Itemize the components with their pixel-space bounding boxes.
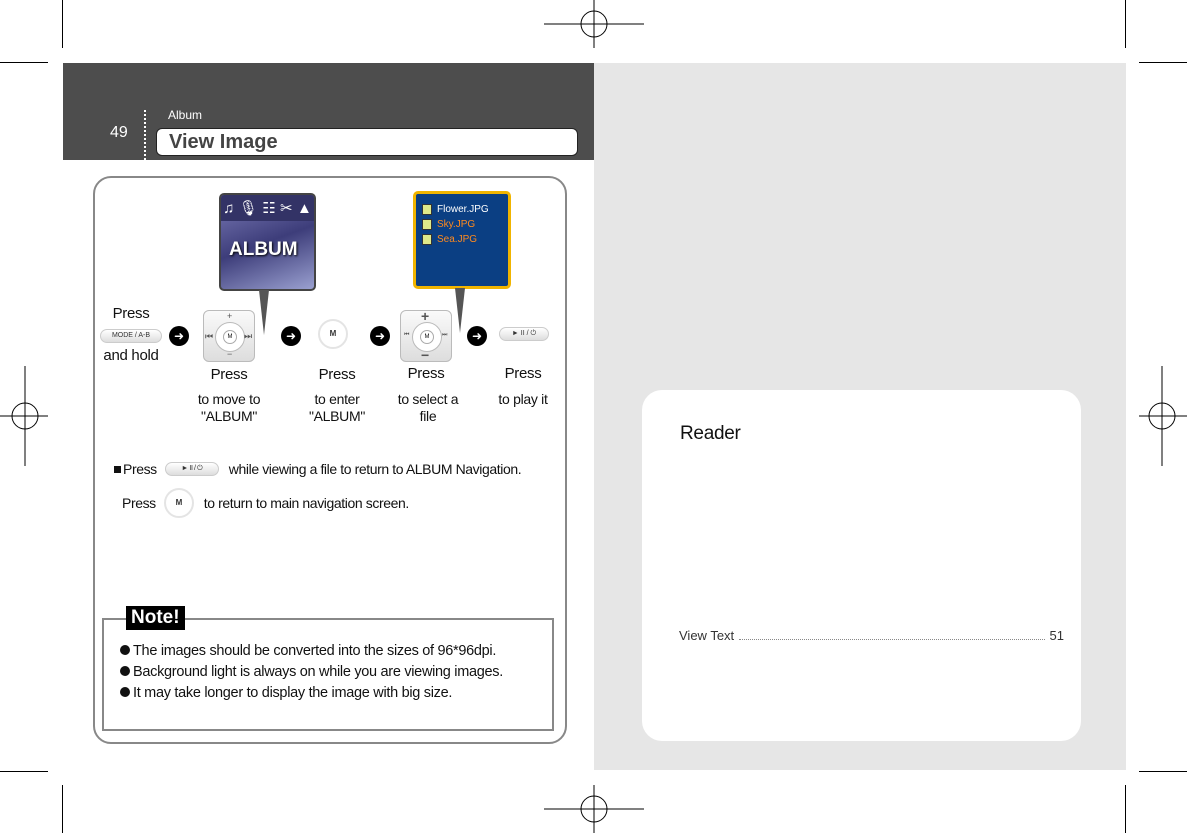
step-press-label: Press <box>210 366 248 383</box>
step-description: to enter "ALBUM" <box>308 391 366 424</box>
arrow-right-icon: ➜ <box>281 326 301 346</box>
arrow-right-icon: ➜ <box>169 326 189 346</box>
crop-mark <box>62 0 63 48</box>
instruction-line: Press ► II / ⏻ while viewing a file to r… <box>114 461 522 477</box>
square-bullet-icon <box>114 465 121 473</box>
m-button: M <box>318 319 348 349</box>
step-press-label: Press <box>318 366 356 383</box>
callout-pointer <box>259 290 269 335</box>
note-item: The images should be converted into the … <box>120 643 496 659</box>
file-item: Sky.JPG <box>422 217 502 232</box>
crop-mark <box>1139 62 1187 63</box>
registration-mark <box>1139 366 1187 466</box>
step-press-label: Press <box>407 365 445 382</box>
album-icon: ▲ <box>296 199 312 217</box>
registration-mark <box>544 785 644 833</box>
callout-pointer <box>455 288 465 333</box>
image-file-icon <box>422 234 432 245</box>
crop-mark <box>1125 0 1126 48</box>
album-screen: ♫ 🎙 ☷ ✂ ▲ ALBUM <box>219 193 316 291</box>
image-file-icon <box>422 204 432 215</box>
voice-icon: 🎙 <box>238 200 258 217</box>
divider <box>144 110 146 160</box>
step-description: to play it <box>498 391 548 407</box>
instruction-line: Press M to return to main navigation scr… <box>122 488 409 518</box>
m-button: M <box>163 488 194 518</box>
crop-mark <box>0 62 48 63</box>
play-pause-button: ► II / ⏻ <box>164 462 219 476</box>
arrow-right-icon: ➜ <box>467 326 487 346</box>
note-item: Background light is always on while you … <box>120 664 503 680</box>
page-number: 49 <box>110 124 128 141</box>
file-list-screen: Flower.JPG Sky.JPG Sea.JPG <box>413 191 511 289</box>
bullet-icon <box>120 687 130 697</box>
crop-mark <box>0 771 48 772</box>
bullet-icon <box>120 666 130 676</box>
arrow-right-icon: ➜ <box>370 326 390 346</box>
mode-ab-button: MODE / A-B <box>100 329 162 343</box>
bullet-icon <box>120 645 130 655</box>
play-pause-button: ► II / ⏻ <box>499 327 549 341</box>
toc-entry-label: View Text <box>679 628 735 643</box>
file-item: Flower.JPG <box>422 202 502 217</box>
toc-entry[interactable]: View Text 51 <box>679 628 1064 643</box>
album-label: ALBUM <box>229 239 298 260</box>
file-item: Sea.JPG <box>422 232 502 247</box>
settings-icon: ☷ <box>262 200 276 217</box>
crop-mark <box>1125 785 1126 833</box>
step-press-label: Press <box>504 365 542 382</box>
toc-entry-page: 51 <box>1049 628 1064 643</box>
navigation-pad: M + − ⏮ ⏭ <box>400 308 452 363</box>
menu-icons: ♫ 🎙 ☷ ✂ ▲ <box>221 195 314 221</box>
navigation-pad: M + − ⏮ ⏭ <box>203 310 255 362</box>
note-label: Note! <box>126 606 185 630</box>
step-hold-label: and hold <box>103 347 159 364</box>
step-press-label: Press <box>112 305 150 322</box>
music-icon: ♫ <box>223 199 235 217</box>
crop-mark <box>62 785 63 833</box>
page-title: View Image <box>156 128 578 156</box>
dot-leader <box>739 639 1045 640</box>
step-description: to select a file <box>397 391 459 424</box>
step-description: to move to "ALBUM" <box>197 391 261 424</box>
crop-mark <box>1139 771 1187 772</box>
section-label: Album <box>168 108 203 122</box>
contents-heading: Reader <box>680 423 741 444</box>
note-item: It may take longer to display the image … <box>120 685 452 701</box>
registration-mark <box>544 0 644 48</box>
image-file-icon <box>422 219 432 230</box>
tools-icon: ✂ <box>280 200 293 217</box>
registration-mark <box>0 366 48 466</box>
